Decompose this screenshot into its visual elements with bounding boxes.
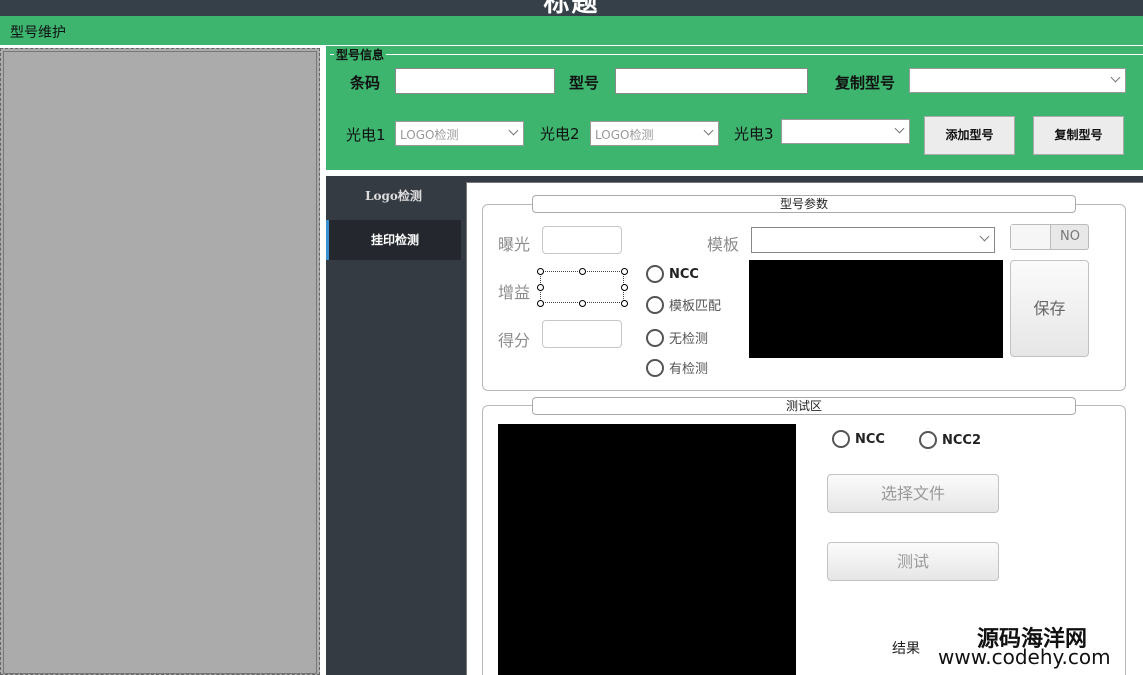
result-label: 结果 [892, 641, 920, 657]
detection-nav: Logo检测 挂印检测 [326, 176, 461, 675]
radio-has-detection[interactable]: 有检测 [646, 358, 708, 377]
radio-label: 模板匹配 [669, 299, 722, 314]
sensor2-select[interactable]: LOGO检测 [590, 121, 719, 146]
radio-circle-icon [919, 431, 937, 449]
barcode-input[interactable] [395, 68, 555, 94]
sensor3-label: 光电3 [734, 125, 774, 143]
nav-item-logo-detection[interactable]: Logo检测 [326, 176, 461, 216]
radio-circle-icon [646, 295, 664, 314]
resize-handle[interactable] [537, 284, 544, 291]
chevron-down-icon [508, 125, 519, 136]
sensor3-select[interactable] [781, 119, 910, 144]
chevron-down-icon [1110, 72, 1121, 83]
radio-label: 无检测 [669, 332, 709, 347]
resize-handle[interactable] [537, 268, 544, 275]
no-toggle[interactable]: NO [1010, 224, 1089, 250]
chevron-down-icon [703, 125, 714, 136]
radio-template-match[interactable]: 模板匹配 [646, 295, 721, 314]
resize-handle[interactable] [621, 268, 628, 275]
test-image-view [498, 424, 796, 675]
template-label: 模板 [707, 235, 740, 254]
add-model-button[interactable]: 添加型号 [924, 116, 1015, 155]
radio-circle-icon [646, 358, 664, 377]
score-input[interactable] [542, 320, 622, 348]
title-bar: 标题 [0, 0, 1143, 16]
model-list-panel[interactable] [0, 48, 320, 675]
choose-file-label: 选择文件 [880, 484, 945, 503]
copy-model-select[interactable] [909, 68, 1126, 93]
sensor1-select[interactable]: LOGO检测 [395, 121, 524, 146]
menu-bar: 型号维护 [0, 16, 1143, 45]
choose-file-button[interactable]: 选择文件 [827, 474, 999, 513]
model-label: 型号 [569, 74, 600, 92]
sensor2-label: 光电2 [540, 125, 580, 143]
resize-handle[interactable] [621, 284, 628, 291]
window-title: 标题 [543, 0, 600, 16]
radio-circle-icon [646, 265, 664, 283]
gain-input[interactable] [540, 271, 624, 303]
sensor1-label: 光电1 [346, 126, 386, 144]
group-frame [330, 54, 1143, 55]
toggle-knob [1011, 225, 1051, 249]
radio-circle-icon [646, 328, 664, 347]
resize-handle[interactable] [579, 300, 586, 307]
radio-test-ncc[interactable]: NCC [832, 430, 885, 448]
exposure-label: 曝光 [498, 235, 531, 254]
toggle-label: NO [1060, 229, 1080, 244]
score-label: 得分 [498, 331, 531, 350]
radio-test-ncc2[interactable]: NCC2 [919, 431, 981, 449]
radio-no-detection[interactable]: 无检测 [646, 328, 708, 347]
resize-handle[interactable] [621, 300, 628, 307]
barcode-label: 条码 [350, 74, 381, 92]
model-input[interactable] [615, 68, 808, 94]
detection-page: 型号参数 曝光 增益 得分 NCC 模板匹配 无检测 有检测 模板 NO 保存 … [466, 182, 1143, 675]
test-label: 测试 [896, 552, 929, 571]
save-button[interactable]: 保存 [1010, 260, 1089, 357]
copy-model-button[interactable]: 复制型号 [1033, 116, 1124, 155]
model-params-title: 型号参数 [532, 195, 1076, 213]
chevron-down-icon [979, 231, 990, 242]
resize-handle[interactable] [537, 300, 544, 307]
radio-circle-icon [832, 430, 850, 448]
exposure-input[interactable] [542, 226, 622, 254]
radio-label: 有检测 [669, 362, 709, 377]
gain-label: 增益 [498, 283, 531, 302]
radio-label: NCC [855, 431, 885, 447]
test-area-title: 测试区 [532, 397, 1076, 415]
resize-handle[interactable] [579, 268, 586, 275]
model-info-title: 型号信息 [334, 46, 387, 63]
sensor2-value: LOGO检测 [595, 128, 654, 142]
radio-label: NCC2 [942, 432, 982, 448]
radio-ncc[interactable]: NCC [646, 265, 699, 283]
chevron-down-icon [894, 123, 905, 134]
watermark-line2: www.codehy.com [938, 645, 1111, 669]
radio-label: NCC [669, 266, 699, 282]
sensor1-value: LOGO检测 [400, 128, 459, 142]
menu-item-model-maintenance[interactable]: 型号维护 [10, 22, 66, 42]
model-list[interactable] [3, 51, 317, 674]
test-button[interactable]: 测试 [827, 542, 999, 581]
template-image-view [749, 260, 1003, 358]
copy-model-label: 复制型号 [835, 74, 896, 92]
nav-item-print-detection[interactable]: 挂印检测 [326, 220, 461, 260]
template-select[interactable] [751, 227, 995, 253]
content-area: 型号参数 曝光 增益 得分 NCC 模板匹配 无检测 有检测 模板 NO 保存 … [461, 176, 1143, 675]
model-info-group: 型号信息 条码 型号 复制型号 光电1 LOGO检测 光电2 LOGO检测 光电… [326, 46, 1143, 170]
